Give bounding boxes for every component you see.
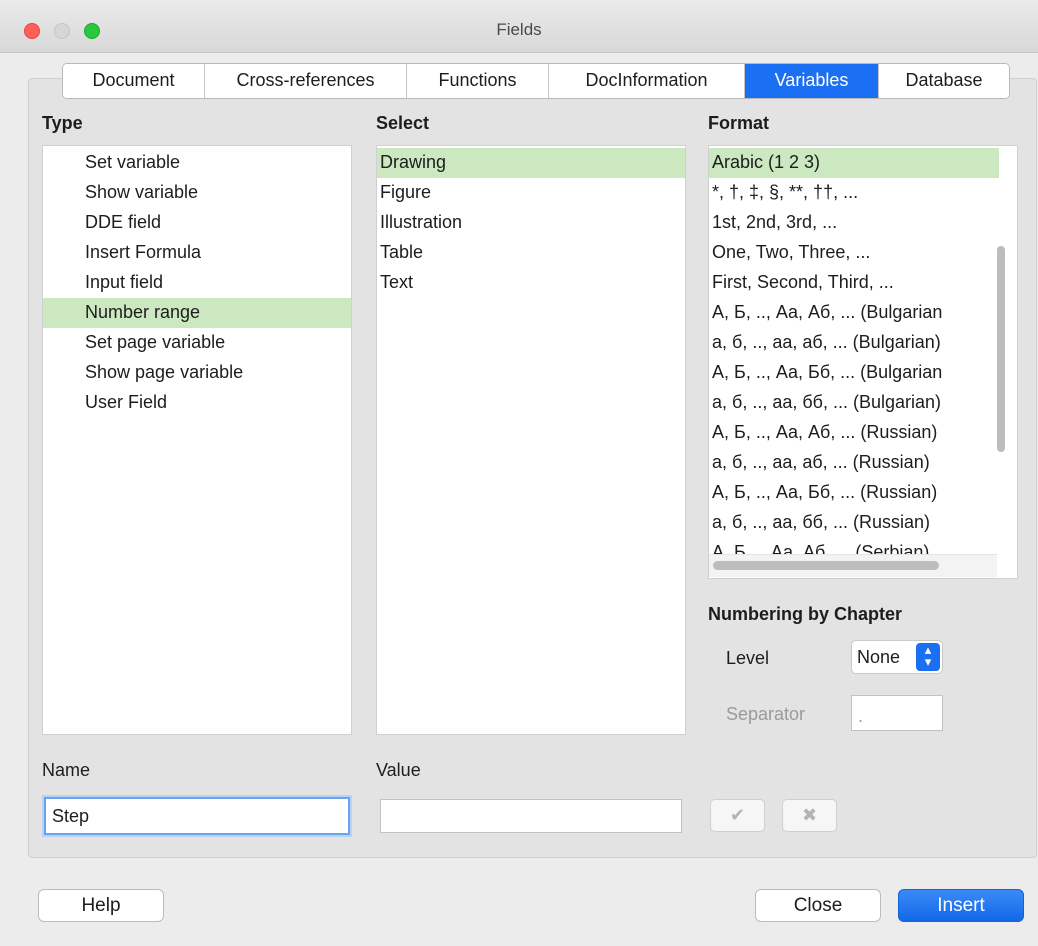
type-item-dde-field[interactable]: DDE field — [43, 208, 351, 238]
format-item[interactable]: One, Two, Three, ... — [709, 238, 999, 268]
type-item-insert-formula[interactable]: Insert Formula — [43, 238, 351, 268]
apply-button[interactable]: ✔ — [710, 799, 765, 832]
format-item[interactable]: *, †, ‡, §, **, ††, ... — [709, 178, 999, 208]
select-item-illustration[interactable]: Illustration — [377, 208, 685, 238]
title-bar: Fields — [0, 0, 1038, 53]
type-item-input-field[interactable]: Input field — [43, 268, 351, 298]
format-list[interactable]: Arabic (1 2 3) *, †, ‡, §, **, ††, ... 1… — [708, 145, 1018, 579]
name-field[interactable] — [44, 797, 350, 835]
format-item[interactable]: а, б, .., аа, бб, ... (Russian) — [709, 508, 999, 538]
select-item-figure[interactable]: Figure — [377, 178, 685, 208]
format-item[interactable]: А, Б, .., Аа, Аб, ... (Bulgarian — [709, 298, 999, 328]
checkmark-icon: ✔ — [729, 805, 746, 825]
type-item-show-variable[interactable]: Show variable — [43, 178, 351, 208]
type-item-number-range[interactable]: Number range — [43, 298, 351, 328]
level-label: Level — [726, 648, 770, 668]
type-list[interactable]: Set variable Show variable DDE field Ins… — [42, 145, 352, 735]
value-label: Value — [376, 760, 421, 780]
select-item-drawing[interactable]: Drawing — [377, 148, 685, 178]
format-vertical-scrollbar[interactable] — [997, 246, 1005, 452]
level-select-value: None — [857, 647, 901, 667]
select-item-text[interactable]: Text — [377, 268, 685, 298]
tab-cross-references[interactable]: Cross-references — [205, 64, 407, 98]
level-select[interactable]: None ▴ ▾ — [851, 640, 943, 674]
tab-database[interactable]: Database — [879, 64, 1009, 98]
type-item-show-page-variable[interactable]: Show page variable — [43, 358, 351, 388]
format-item[interactable]: а, б, .., аа, аб, ... (Russian) — [709, 448, 999, 478]
type-item-user-field[interactable]: User Field — [43, 388, 351, 418]
window-title: Fields — [496, 20, 542, 39]
separator-field[interactable] — [851, 695, 943, 731]
value-field[interactable] — [380, 799, 682, 833]
delete-x-icon: ✖ — [801, 805, 818, 825]
type-heading: Type — [42, 113, 83, 133]
select-item-table[interactable]: Table — [377, 238, 685, 268]
format-item[interactable]: 1st, 2nd, 3rd, ... — [709, 208, 999, 238]
format-item[interactable]: First, Second, Third, ... — [709, 268, 999, 298]
close-button[interactable]: Close — [755, 889, 881, 922]
tab-docinformation[interactable]: DocInformation — [549, 64, 745, 98]
format-item[interactable]: а, б, .., аа, бб, ... (Bulgarian) — [709, 388, 999, 418]
format-item[interactable]: Arabic (1 2 3) — [709, 148, 999, 178]
format-item[interactable]: А, Б, .., Аа, Бб, ... (Russian) — [709, 478, 999, 508]
format-heading: Format — [708, 113, 770, 133]
insert-button[interactable]: Insert — [898, 889, 1024, 922]
format-horizontal-scroll-thumb[interactable] — [713, 561, 939, 570]
separator-label: Separator — [726, 704, 806, 724]
format-horizontal-scrollbar — [709, 554, 997, 577]
tab-document[interactable]: Document — [63, 64, 205, 98]
tab-bar: Document Cross-references Functions DocI… — [62, 63, 1010, 99]
format-item[interactable]: А, Б, .., Аа, Аб, ... (Russian) — [709, 418, 999, 448]
numbering-by-chapter-heading: Numbering by Chapter — [708, 604, 903, 624]
format-item[interactable]: А, Б, .., Аа, Бб, ... (Bulgarian — [709, 358, 999, 388]
type-item-set-page-variable[interactable]: Set page variable — [43, 328, 351, 358]
tab-functions[interactable]: Functions — [407, 64, 549, 98]
name-label: Name — [42, 760, 91, 780]
select-heading: Select — [376, 113, 430, 133]
chevron-updown-icon: ▴ ▾ — [916, 643, 940, 671]
type-item-set-variable[interactable]: Set variable — [43, 148, 351, 178]
select-list[interactable]: Drawing Figure Illustration Table Text — [376, 145, 686, 735]
help-button[interactable]: Help — [38, 889, 164, 922]
delete-button[interactable]: ✖ — [782, 799, 837, 832]
tab-variables[interactable]: Variables — [745, 64, 879, 98]
format-item[interactable]: а, б, .., аа, аб, ... (Bulgarian) — [709, 328, 999, 358]
